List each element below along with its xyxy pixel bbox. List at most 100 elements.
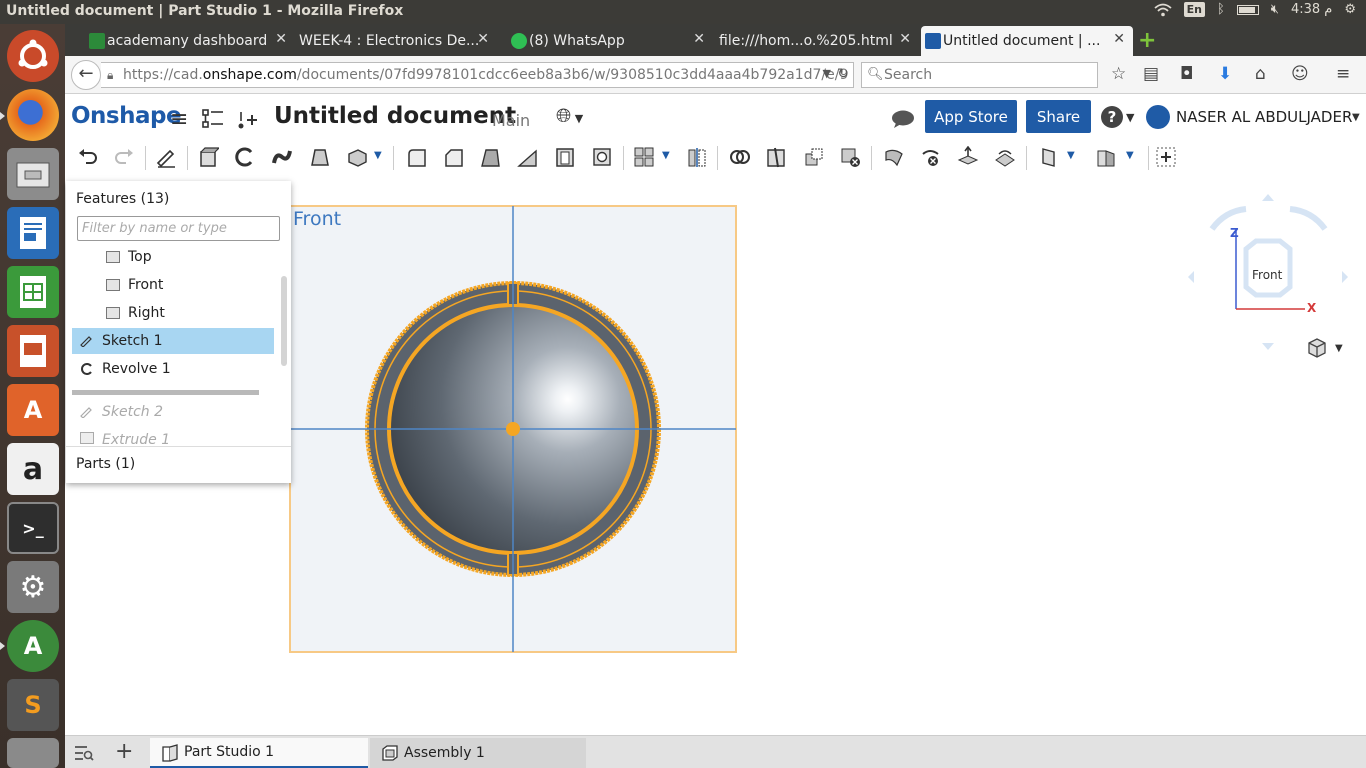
- rib-icon[interactable]: [516, 146, 538, 168]
- view-cube[interactable]: Front Z X: [1180, 187, 1360, 367]
- toolbar-dropdown-icon[interactable]: ▼: [662, 150, 670, 161]
- draft-icon[interactable]: [479, 146, 501, 168]
- plane-tool-icon[interactable]: [1037, 146, 1059, 168]
- keyboard-language-indicator[interactable]: En: [1183, 2, 1205, 17]
- share-button[interactable]: Share: [1026, 100, 1091, 133]
- url-bar[interactable]: 🔒︎ https://cad.onshape.com/documents/07fd…: [101, 62, 854, 88]
- pocket-icon[interactable]: ◘: [1180, 64, 1193, 84]
- public-globe-icon[interactable]: 🌐︎ ▼: [556, 105, 583, 127]
- feature-item-right-plane[interactable]: Right: [72, 300, 274, 326]
- reload-icon[interactable]: ↻: [837, 66, 849, 82]
- firefox-icon[interactable]: [7, 89, 59, 141]
- terminal-icon[interactable]: >_: [7, 502, 59, 554]
- tab-close-icon[interactable]: ✕: [477, 31, 489, 47]
- clock[interactable]: 4:38 م: [1291, 2, 1332, 17]
- redo-icon[interactable]: [113, 146, 135, 168]
- sketch-origin-point[interactable]: [506, 422, 520, 436]
- feature-item-top-plane[interactable]: Top: [72, 244, 274, 270]
- sweep-icon[interactable]: [271, 146, 293, 168]
- help-dropdown-icon[interactable]: ▼: [1126, 111, 1134, 124]
- sketch-icon[interactable]: [155, 146, 177, 168]
- tab-part-studio-1[interactable]: Part Studio 1: [150, 738, 368, 768]
- boolean-icon[interactable]: [729, 146, 751, 168]
- mirror-icon[interactable]: [686, 146, 708, 168]
- file-manager-icon[interactable]: [7, 148, 59, 200]
- feature-item-sketch-2[interactable]: Sketch 2: [72, 399, 274, 425]
- workspace-branch[interactable]: Main: [492, 111, 530, 130]
- feature-list-icon[interactable]: [201, 107, 225, 131]
- chamfer-icon[interactable]: [442, 146, 464, 168]
- features-heading[interactable]: Features (13): [76, 191, 169, 207]
- volume-muted-icon[interactable]: 🔇︎: [1271, 2, 1279, 17]
- view-mode-dropdown-icon[interactable]: ▼: [1335, 343, 1343, 354]
- split-icon[interactable]: [765, 146, 787, 168]
- toolbar-dropdown-icon[interactable]: ▼: [374, 150, 382, 161]
- view-mode-cube-icon[interactable]: [1306, 337, 1328, 359]
- ubuntu-dash-icon[interactable]: [7, 30, 59, 82]
- browser-tab-active[interactable]: Untitled document | ... ✕: [921, 26, 1133, 56]
- libreoffice-impress-icon[interactable]: [7, 325, 59, 377]
- feature-item-sketch-1[interactable]: Sketch 1: [72, 328, 274, 354]
- bookmark-star-icon[interactable]: ☆: [1111, 64, 1126, 84]
- browser-tab[interactable]: (8) WhatsApp ✕: [507, 26, 713, 56]
- feature-list-scrollbar[interactable]: [281, 276, 287, 366]
- downloads-icon[interactable]: ⬇: [1218, 64, 1232, 84]
- software-center-icon[interactable]: A: [7, 384, 59, 436]
- browser-tab[interactable]: WEEK-4 : Electronics De... ✕: [277, 26, 497, 56]
- toolbar-dropdown-icon[interactable]: ▼: [1126, 150, 1134, 161]
- user-avatar[interactable]: [1146, 105, 1170, 129]
- libreoffice-writer-icon[interactable]: [7, 207, 59, 259]
- document-menu-icon[interactable]: ≡: [170, 107, 188, 132]
- toolbar-dropdown-icon[interactable]: ▼: [1067, 150, 1075, 161]
- url-dropdown-icon[interactable]: ▼: [823, 67, 831, 80]
- search-bar[interactable]: 🔍︎ Search: [861, 62, 1098, 88]
- modify-fillet-icon[interactable]: [883, 146, 905, 168]
- feature-item-revolve-1[interactable]: Revolve 1: [72, 356, 274, 382]
- reading-list-icon[interactable]: ▤: [1143, 64, 1159, 84]
- system-settings-icon[interactable]: ⚙: [7, 561, 59, 613]
- lock-icon[interactable]: 🔒︎: [107, 68, 113, 83]
- move-face-icon[interactable]: [957, 146, 979, 168]
- new-tab-plus-icon[interactable]: +: [1138, 28, 1156, 53]
- view-cube-face-front[interactable]: Front: [1252, 268, 1282, 282]
- add-custom-feature-icon[interactable]: [1155, 146, 1177, 168]
- sublime-text-icon[interactable]: S: [7, 679, 59, 731]
- back-button[interactable]: ←: [71, 60, 101, 90]
- tab-manager-icon[interactable]: [74, 744, 94, 762]
- bluetooth-icon[interactable]: ᛒ: [1217, 2, 1225, 17]
- comments-icon[interactable]: [891, 109, 915, 129]
- tab-close-icon[interactable]: ✕: [899, 31, 911, 47]
- delete-face-icon[interactable]: [920, 146, 942, 168]
- replace-face-icon[interactable]: [994, 146, 1016, 168]
- battery-icon[interactable]: [1236, 4, 1259, 15]
- undo-icon[interactable]: [77, 146, 99, 168]
- delete-part-icon[interactable]: [839, 146, 861, 168]
- feature-filter-input[interactable]: Filter by name or type: [77, 216, 280, 241]
- rollback-bar[interactable]: [72, 390, 259, 395]
- add-tab-plus-icon[interactable]: +: [115, 739, 133, 764]
- feature-item-extrude-1[interactable]: Extrude 1: [72, 427, 274, 445]
- transform-icon[interactable]: [803, 146, 825, 168]
- shell-icon[interactable]: [554, 146, 576, 168]
- thicken-icon[interactable]: [346, 146, 368, 168]
- amazon-icon[interactable]: a: [7, 443, 59, 495]
- help-icon[interactable]: ?: [1101, 106, 1123, 128]
- pattern-icon[interactable]: [633, 146, 655, 168]
- document-title[interactable]: Untitled document: [274, 103, 516, 129]
- feature-item-front-plane[interactable]: Front: [72, 272, 274, 298]
- home-icon[interactable]: ⌂: [1255, 64, 1266, 84]
- insert-feature-icon[interactable]: [235, 108, 259, 132]
- settings-gear-icon[interactable]: ⚙: [1344, 2, 1356, 17]
- loft-icon[interactable]: [309, 146, 331, 168]
- chat-icon[interactable]: ☺: [1291, 64, 1309, 84]
- libreoffice-calc-icon[interactable]: [7, 266, 59, 318]
- browser-tab[interactable]: file:///hom...o.%205.html ✕: [697, 26, 919, 56]
- trash-icon[interactable]: [7, 738, 59, 768]
- software-updater-icon[interactable]: A: [7, 620, 59, 672]
- user-dropdown-icon[interactable]: ▼: [1352, 112, 1360, 123]
- revolve-icon[interactable]: [233, 146, 255, 168]
- browser-tab[interactable]: academany dashboard ✕: [85, 26, 295, 56]
- tab-close-icon[interactable]: ✕: [1113, 31, 1125, 47]
- tab-assembly-1[interactable]: Assembly 1: [370, 738, 586, 768]
- user-name[interactable]: NASER AL ABDULJADER: [1176, 108, 1352, 126]
